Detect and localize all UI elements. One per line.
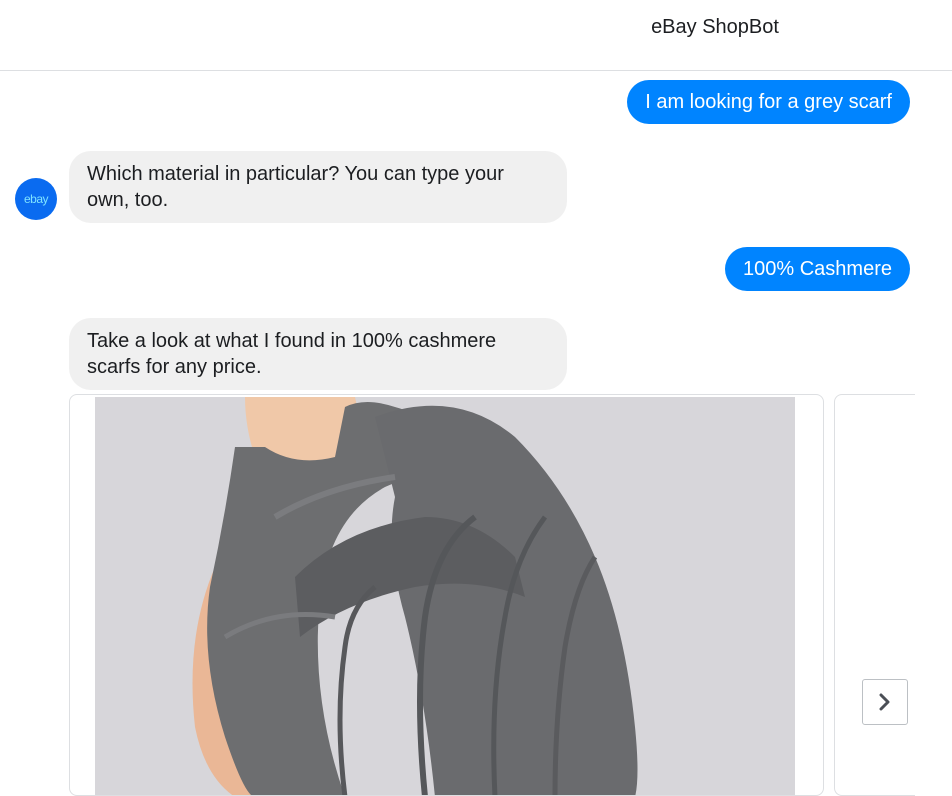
product-image[interactable] <box>95 397 795 795</box>
chevron-right-icon <box>879 693 890 711</box>
product-card[interactable] <box>69 394 824 796</box>
ebay-logo-icon: ebay <box>23 192 49 206</box>
user-message-bubble: I am looking for a grey scarf <box>627 80 910 124</box>
bot-avatar: ebay <box>15 178 57 220</box>
chat-header: eBay ShopBot <box>0 0 952 71</box>
bot-message-bubble: Take a look at what I found in 100% cash… <box>69 318 567 390</box>
user-message-bubble: 100% Cashmere <box>725 247 910 291</box>
bot-message-bubble: Which material in particular? You can ty… <box>69 151 567 223</box>
carousel-next-button[interactable] <box>862 679 908 725</box>
chat-title: eBay ShopBot <box>651 16 779 38</box>
next-product-card[interactable] <box>834 394 915 796</box>
